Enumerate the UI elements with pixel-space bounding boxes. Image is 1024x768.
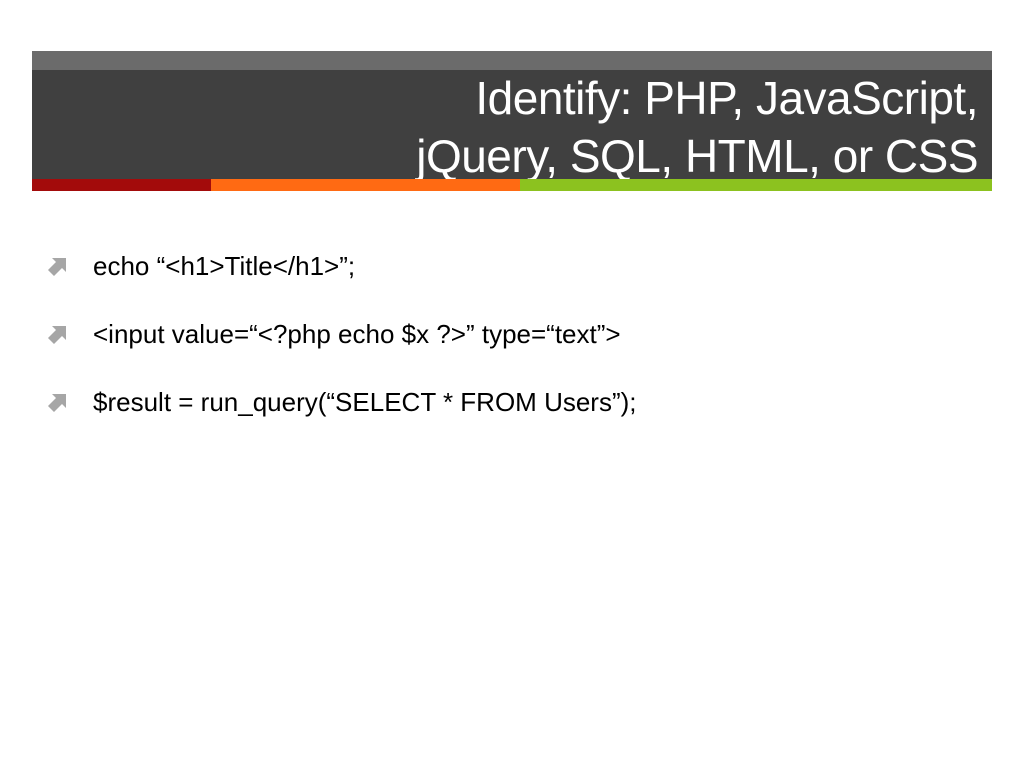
list-item: $result = run_query(“SELECT * FROM Users…: [44, 380, 984, 448]
bullet-text: <input value=“<?php echo $x ?>” type=“te…: [93, 319, 621, 349]
bullet-text: $result = run_query(“SELECT * FROM Users…: [93, 387, 637, 417]
arrow-up-right-icon: [48, 326, 66, 344]
slide-title-line-2: jQuery, SQL, HTML, or CSS: [416, 130, 978, 182]
arrow-up-right-icon: [48, 258, 66, 276]
slide-title-line-1: Identify: PHP, JavaScript,: [475, 72, 978, 124]
accent-bar-red: [32, 179, 211, 191]
title-band-top-strip: [32, 51, 992, 70]
list-item: echo “<h1>Title</h1>”;: [44, 244, 984, 312]
bullet-list: echo “<h1>Title</h1>”; <input value=“<?p…: [44, 244, 984, 448]
slide-title: Identify: PHP, JavaScript, jQuery, SQL, …: [78, 69, 978, 185]
slide: Identify: PHP, JavaScript, jQuery, SQL, …: [0, 0, 1024, 768]
accent-bar-orange: [211, 179, 520, 191]
title-band: Identify: PHP, JavaScript, jQuery, SQL, …: [32, 51, 992, 182]
list-item: <input value=“<?php echo $x ?>” type=“te…: [44, 312, 984, 380]
accent-bar-green: [520, 179, 992, 191]
bullet-text: echo “<h1>Title</h1>”;: [93, 251, 356, 281]
arrow-up-right-icon: [48, 394, 66, 412]
